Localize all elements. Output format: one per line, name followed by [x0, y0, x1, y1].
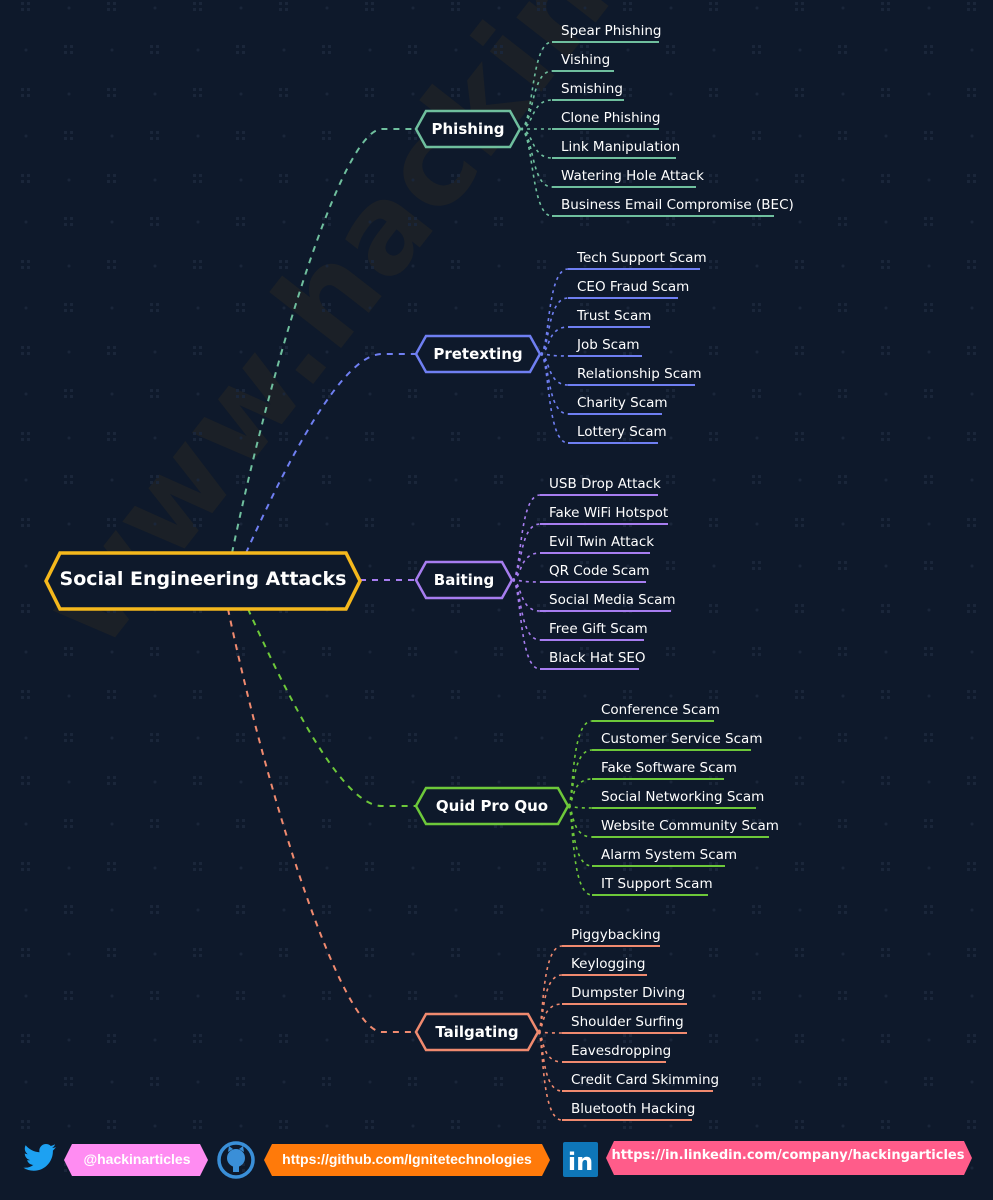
leaf-item[interactable]: Eavesdropping: [571, 1043, 671, 1059]
leaf-item[interactable]: Black Hat SEO: [549, 650, 646, 666]
leaf-item[interactable]: Shoulder Surfing: [571, 1014, 684, 1030]
leaf-item[interactable]: Smishing: [561, 81, 623, 97]
leaf-item[interactable]: Social Media Scam: [549, 592, 676, 608]
leaf-item[interactable]: Clone Phishing: [561, 110, 661, 126]
leaf-item[interactable]: CEO Fraud Scam: [577, 279, 689, 295]
branch-label: Tailgating: [435, 1023, 519, 1041]
root-node-label: Social Engineering Attacks: [59, 568, 347, 590]
linkedin-icon[interactable]: in: [563, 1142, 598, 1177]
leaf-item[interactable]: QR Code Scam: [549, 563, 650, 579]
leaf-item[interactable]: Alarm System Scam: [601, 847, 737, 863]
leaf-item[interactable]: Trust Scam: [577, 308, 651, 324]
leaf-item[interactable]: Credit Card Skimming: [571, 1072, 719, 1088]
linkedin-url-label[interactable]: https://in.linkedin.com/company/hackinga…: [608, 1148, 968, 1163]
leaf-item[interactable]: Relationship Scam: [577, 366, 702, 382]
leaf-item[interactable]: Social Networking Scam: [601, 789, 764, 805]
leaf-item[interactable]: Lottery Scam: [577, 424, 667, 440]
branch-label: Phishing: [431, 120, 505, 138]
leaf-item[interactable]: Conference Scam: [601, 702, 720, 718]
mindmap-canvas: in: [0, 0, 993, 1200]
branch-label: Baiting: [433, 571, 495, 589]
leaf-item[interactable]: Keylogging: [571, 956, 646, 972]
leaf-item[interactable]: Spear Phishing: [561, 23, 661, 39]
twitter-handle-label[interactable]: @hackinarticles: [66, 1151, 208, 1167]
leaf-item[interactable]: Fake Software Scam: [601, 760, 737, 776]
leaf-item[interactable]: Job Scam: [577, 337, 640, 353]
leaf-item[interactable]: Bluetooth Hacking: [571, 1101, 695, 1117]
leaf-item[interactable]: Watering Hole Attack: [561, 168, 704, 184]
leaf-item[interactable]: Charity Scam: [577, 395, 668, 411]
leaf-item[interactable]: Link Manipulation: [561, 139, 680, 155]
leaf-item[interactable]: Piggybacking: [571, 927, 661, 943]
branch-label: Pretexting: [433, 345, 523, 363]
leaf-item[interactable]: IT Support Scam: [601, 876, 713, 892]
svg-text:in: in: [568, 1148, 593, 1176]
leaf-item[interactable]: Website Community Scam: [601, 818, 779, 834]
leaf-item[interactable]: Tech Support Scam: [577, 250, 707, 266]
leaf-item[interactable]: Free Gift Scam: [549, 621, 648, 637]
leaf-item[interactable]: Customer Service Scam: [601, 731, 762, 747]
leaf-item[interactable]: Fake WiFi Hotspot: [549, 505, 668, 521]
leaf-item[interactable]: Evil Twin Attack: [549, 534, 654, 550]
github-url-label[interactable]: https://github.com/Ignitetechnologies: [266, 1151, 548, 1167]
leaf-item[interactable]: Dumpster Diving: [571, 985, 685, 1001]
leaf-item[interactable]: Vishing: [561, 52, 610, 68]
leaf-item[interactable]: USB Drop Attack: [549, 476, 661, 492]
branch-label: Quid Pro Quo: [435, 797, 549, 815]
leaf-item[interactable]: Business Email Compromise (BEC): [561, 197, 794, 213]
